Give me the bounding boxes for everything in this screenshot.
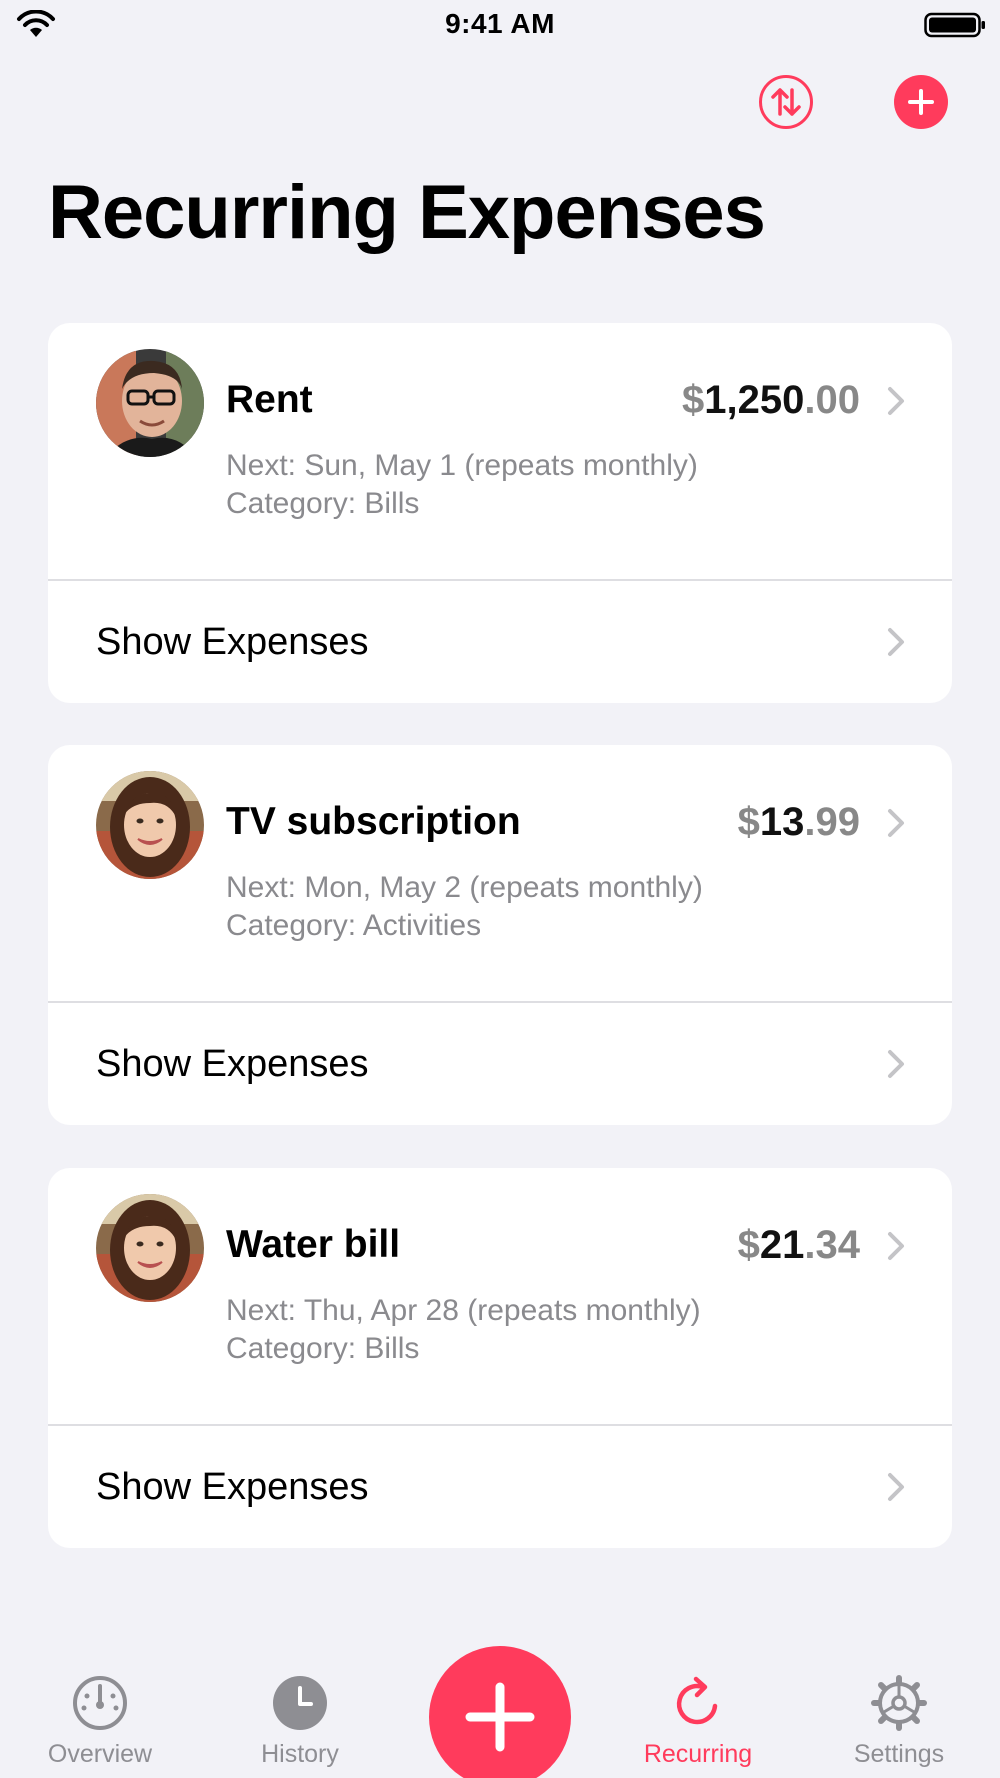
expense-category: Category: Activities — [226, 909, 482, 942]
tab-label: Recurring — [643, 1740, 753, 1768]
clock-icon — [273, 1676, 327, 1730]
expense-card: Water bill $21.34 Next: Thu, Apr 28 (rep… — [48, 1168, 952, 1548]
expense-card: Rent $1,250.00 Next: Sun, May 1 (repeats… — [48, 323, 952, 703]
expense-row-rent[interactable]: Rent $1,250.00 Next: Sun, May 1 (repeats… — [48, 323, 952, 579]
expense-category: Category: Bills — [226, 1332, 420, 1365]
screen: 9:41 AM Recurring Expenses Rent $1,250.0… — [0, 0, 1000, 1778]
expense-row-water-bill[interactable]: Water bill $21.34 Next: Thu, Apr 28 (rep… — [48, 1168, 952, 1424]
chevron-right-icon — [886, 385, 906, 417]
amount-cents: .34 — [804, 1223, 860, 1267]
expense-name: TV subscription — [226, 800, 521, 843]
tab-history[interactable]: History — [220, 1674, 380, 1769]
add-expense-fab[interactable] — [429, 1646, 571, 1778]
chevron-right-icon — [886, 1471, 906, 1503]
expense-name: Rent — [226, 378, 313, 421]
tab-overview[interactable]: Overview — [20, 1674, 180, 1769]
show-expenses-label: Show Expenses — [96, 1043, 369, 1085]
avatar — [96, 349, 204, 457]
tab-label: History — [261, 1740, 339, 1768]
amount-whole: 21 — [759, 1223, 805, 1267]
avatar — [96, 1194, 204, 1302]
currency-symbol: $ — [737, 1223, 760, 1267]
show-expenses-button[interactable]: Show Expenses — [48, 1003, 952, 1125]
repeat-icon — [676, 1676, 718, 1725]
chevron-right-icon — [886, 626, 906, 658]
currency-symbol: $ — [737, 800, 760, 844]
sort-arrows-icon — [771, 88, 801, 116]
expense-amount: $1,250.00 — [682, 377, 860, 423]
expense-card: TV subscription $13.99 Next: Mon, May 2 … — [48, 745, 952, 1125]
currency-symbol: $ — [682, 378, 705, 422]
plus-circle-icon — [908, 89, 934, 115]
battery-icon — [924, 12, 985, 38]
tab-label: Overview — [47, 1740, 153, 1768]
show-expenses-button[interactable]: Show Expenses — [48, 1426, 952, 1548]
chevron-right-icon — [886, 1048, 906, 1080]
chevron-right-icon — [886, 1230, 906, 1262]
amount-whole: 13 — [759, 800, 805, 844]
expense-row-tv-subscription[interactable]: TV subscription $13.99 Next: Mon, May 2 … — [48, 745, 952, 1001]
add-expense-button[interactable] — [894, 75, 948, 129]
expense-next-date: Next: Sun, May 1 (repeats monthly) — [226, 449, 698, 482]
show-expenses-label: Show Expenses — [96, 1466, 369, 1508]
amount-whole: 1,250 — [704, 378, 805, 422]
amount-cents: .00 — [804, 378, 860, 422]
expense-amount: $21.34 — [738, 1222, 860, 1268]
plus-icon — [465, 1682, 535, 1752]
sort-button[interactable] — [759, 75, 813, 129]
gauge-icon — [73, 1676, 127, 1730]
tab-settings[interactable]: Settings — [819, 1674, 979, 1769]
expense-next-date: Next: Mon, May 2 (repeats monthly) — [226, 871, 703, 904]
chevron-right-icon — [886, 807, 906, 839]
expense-next-date: Next: Thu, Apr 28 (repeats monthly) — [226, 1294, 701, 1327]
gear-icon — [871, 1675, 927, 1731]
tab-label: Settings — [853, 1740, 945, 1768]
show-expenses-label: Show Expenses — [96, 621, 369, 663]
expense-category: Category: Bills — [226, 487, 420, 520]
status-bar: 9:41 AM — [0, 0, 1000, 50]
status-time: 9:41 AM — [445, 8, 555, 39]
tab-recurring[interactable]: Recurring — [618, 1674, 778, 1769]
page-title: Recurring Expenses — [48, 170, 766, 255]
expense-amount: $13.99 — [738, 799, 860, 845]
amount-cents: .99 — [804, 800, 860, 844]
avatar — [96, 771, 204, 879]
show-expenses-button[interactable]: Show Expenses — [48, 581, 952, 703]
expense-name: Water bill — [226, 1223, 401, 1266]
